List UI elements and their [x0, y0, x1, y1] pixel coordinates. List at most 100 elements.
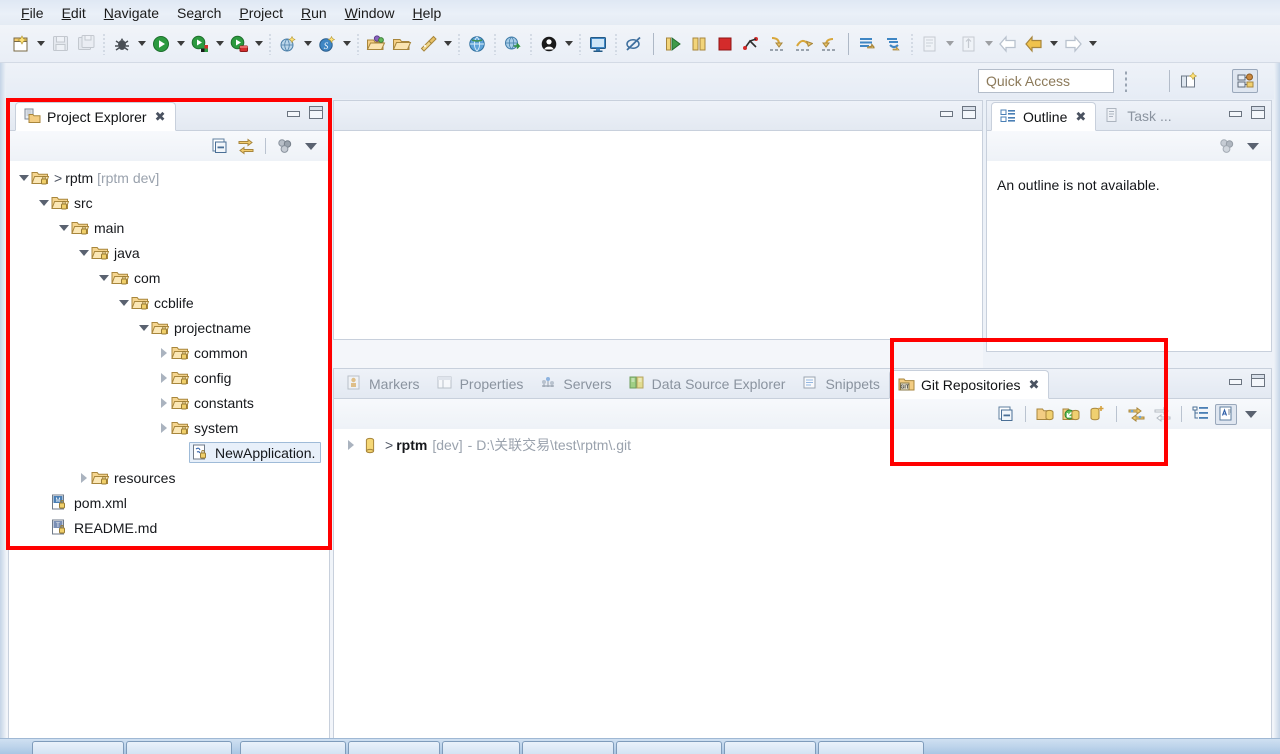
- tree-item-readme-md[interactable]: T README.md: [9, 515, 329, 540]
- taskbar-button[interactable]: [442, 741, 520, 754]
- tree-item-pom-xml[interactable]: Mpom.xml: [9, 490, 329, 515]
- close-icon[interactable]: ✖: [155, 110, 166, 123]
- user-dropdown-icon[interactable]: [562, 33, 575, 55]
- menu-item-project[interactable]: Project: [230, 3, 292, 23]
- tab-markers[interactable]: Markers: [338, 369, 429, 398]
- tab-outline[interactable]: Outline ✖: [991, 102, 1097, 131]
- maximize-button[interactable]: [309, 106, 323, 119]
- tree-item-projectname[interactable]: projectname: [9, 315, 329, 340]
- tree-item-selected[interactable]: NewApplication.: [189, 442, 322, 463]
- tab-task-list[interactable]: Task ...: [1096, 101, 1180, 130]
- last-edit-location-icon[interactable]: [856, 32, 880, 56]
- menu-item-window[interactable]: Window: [336, 3, 404, 23]
- clone-repository-icon[interactable]: [1059, 402, 1083, 426]
- expand-arrow-icon[interactable]: [157, 365, 171, 390]
- open-type-icon[interactable]: [364, 32, 388, 56]
- focus-on-active-task-icon[interactable]: [1215, 134, 1239, 158]
- tab-git-repositories[interactable]: GIT Git Repositories ✖: [888, 370, 1050, 399]
- previous-edit-dropdown-icon[interactable]: [943, 33, 956, 55]
- expand-arrow-icon[interactable]: [344, 433, 358, 458]
- git-repository-row[interactable]: > rptm [dev] - D:\关联交易\test\rptm\.git: [334, 429, 1271, 457]
- expand-arrow-icon[interactable]: [77, 465, 91, 490]
- collapse-arrow-icon[interactable]: [17, 165, 31, 190]
- taskbar-button[interactable]: [126, 741, 232, 754]
- focus-on-active-task-icon[interactable]: [273, 134, 297, 158]
- add-existing-repository-icon[interactable]: [1033, 402, 1057, 426]
- link-with-selection-icon[interactable]: [1150, 402, 1174, 426]
- editor-minimize-button[interactable]: [939, 106, 953, 119]
- step-return-icon[interactable]: [817, 32, 841, 56]
- menu-item-file[interactable]: File: [12, 3, 53, 23]
- console-icon[interactable]: [586, 32, 610, 56]
- hierarchy-layout-icon[interactable]: [1189, 402, 1213, 426]
- collapse-arrow-icon[interactable]: [97, 265, 111, 290]
- collapse-arrow-icon[interactable]: [77, 240, 91, 265]
- new-wizard-icon[interactable]: [9, 32, 33, 56]
- step-into-icon[interactable]: [765, 32, 789, 56]
- refresh-icon[interactable]: [1124, 402, 1148, 426]
- search-icon[interactable]: [416, 32, 440, 56]
- run-external-tools-dropdown-icon[interactable]: [213, 33, 226, 55]
- tab-servers[interactable]: Servers: [532, 369, 620, 398]
- taskbar-button[interactable]: [818, 741, 924, 754]
- new-server-icon[interactable]: S: [315, 32, 339, 56]
- user-icon[interactable]: [537, 32, 561, 56]
- taskbar-button[interactable]: [616, 741, 722, 754]
- disconnect-icon[interactable]: [739, 32, 763, 56]
- back-icon[interactable]: [1022, 32, 1046, 56]
- suspend-icon[interactable]: [687, 32, 711, 56]
- toggle-branch-hierarchy-icon[interactable]: [1215, 403, 1237, 425]
- terminate-icon[interactable]: [713, 32, 737, 56]
- toolbar-drag-handle[interactable]: [1124, 70, 1128, 92]
- link-with-editor-icon[interactable]: [234, 134, 258, 158]
- taskbar-button[interactable]: [348, 741, 440, 754]
- tab-snippets[interactable]: Snippets: [794, 369, 888, 398]
- tree-item-newapplication[interactable]: NewApplication.: [9, 440, 329, 465]
- collapse-arrow-icon[interactable]: [117, 290, 131, 315]
- collapse-arrow-icon[interactable]: [37, 190, 51, 215]
- java-ee-perspective-icon[interactable]: [1232, 69, 1258, 93]
- expand-arrow-icon[interactable]: [157, 415, 171, 440]
- open-web-service-icon[interactable]: [501, 32, 525, 56]
- coverage-dropdown-icon[interactable]: [252, 33, 265, 55]
- create-repository-icon[interactable]: [1085, 402, 1109, 426]
- open-task-icon[interactable]: [390, 32, 414, 56]
- save-icon[interactable]: [48, 32, 72, 56]
- close-icon[interactable]: ✖: [1075, 110, 1086, 123]
- next-annotation-icon[interactable]: [882, 32, 906, 56]
- tab-project-explorer[interactable]: Project Explorer ✖: [15, 102, 176, 131]
- taskbar-button[interactable]: [522, 741, 614, 754]
- view-menu-icon[interactable]: [299, 134, 323, 158]
- back-dropdown-icon[interactable]: [1047, 33, 1060, 55]
- save-all-icon[interactable]: [74, 32, 98, 56]
- open-web-browser-icon[interactable]: [465, 32, 489, 56]
- expand-arrow-icon[interactable]: [157, 340, 171, 365]
- debug-dropdown-icon[interactable]: [135, 33, 148, 55]
- editor-maximize-button[interactable]: [962, 106, 976, 119]
- expand-arrow-icon[interactable]: [157, 390, 171, 415]
- run-external-tools-icon[interactable]: [188, 32, 212, 56]
- tree-item-common[interactable]: common: [9, 340, 329, 365]
- tab-properties[interactable]: Properties: [429, 369, 533, 398]
- tree-item-config[interactable]: config: [9, 365, 329, 390]
- close-icon[interactable]: ✖: [1029, 378, 1040, 391]
- taskbar-button[interactable]: [724, 741, 816, 754]
- back-outline-icon[interactable]: [996, 32, 1020, 56]
- collapse-all-icon[interactable]: [994, 402, 1018, 426]
- tree-item-src[interactable]: src: [9, 190, 329, 215]
- coverage-icon[interactable]: [227, 32, 251, 56]
- minimize-button[interactable]: [1228, 374, 1242, 387]
- minimize-button[interactable]: [286, 106, 300, 119]
- menu-item-search[interactable]: Search: [168, 3, 230, 23]
- tree-item-main[interactable]: main: [9, 215, 329, 240]
- search-dropdown-icon[interactable]: [441, 33, 454, 55]
- forward-dropdown-icon[interactable]: [1086, 33, 1099, 55]
- tree-item-resources[interactable]: resources: [9, 465, 329, 490]
- tree-item-rptm[interactable]: > rptm [rptm dev]: [9, 165, 329, 190]
- menu-item-run[interactable]: Run: [292, 3, 336, 23]
- tree-item-constants[interactable]: constants: [9, 390, 329, 415]
- view-menu-icon[interactable]: [1239, 402, 1263, 426]
- taskbar-button[interactable]: [32, 741, 124, 754]
- menu-item-edit[interactable]: Edit: [53, 3, 95, 23]
- minimize-button[interactable]: [1228, 106, 1242, 119]
